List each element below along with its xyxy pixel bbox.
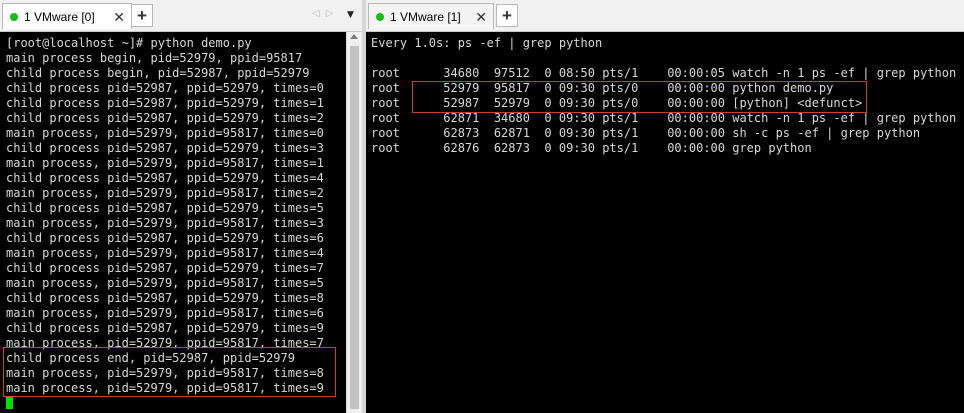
terminal-output-line: main process, pid=52979, ppid=95817, tim… — [6, 126, 324, 140]
close-tab-icon[interactable]: ✕ — [113, 10, 125, 24]
terminal-output-line: child process pid=52987, ppid=52979, tim… — [6, 321, 324, 335]
terminal-output-line: child process pid=52987, ppid=52979, tim… — [6, 81, 324, 95]
terminal-output-line: [root@localhost ~]# python demo.py — [6, 36, 252, 50]
terminal-output-line: child process pid=52987, ppid=52979, tim… — [6, 231, 324, 245]
connected-status-icon — [10, 12, 18, 21]
terminal-output-line: main process, pid=52979, ppid=95817, tim… — [6, 186, 324, 200]
terminal-output-line: child process pid=52987, ppid=52979, tim… — [6, 171, 324, 185]
terminal-output-line: main process, pid=52979, ppid=95817, tim… — [6, 216, 324, 230]
terminal-output-line: child process pid=52987, ppid=52979, tim… — [6, 141, 324, 155]
terminal-output-line: main process begin, pid=52979, ppid=9581… — [6, 51, 303, 65]
tab-vmware-0[interactable]: 1 VMware [0] ✕ — [2, 3, 132, 29]
new-tab-button[interactable]: + — [496, 4, 518, 27]
terminal-output-line: child process begin, pid=52987, ppid=529… — [6, 66, 310, 80]
watch-header: Every 1.0s: ps -ef | grep python — [371, 36, 603, 50]
scroll-up-icon[interactable] — [350, 34, 358, 39]
tab-list-dropdown-icon[interactable]: ▼ — [347, 10, 354, 20]
terminal-output-line: child process pid=52987, ppid=52979, tim… — [6, 96, 324, 110]
left-terminal-scrollbar[interactable] — [346, 32, 362, 413]
terminal-output-line: child process pid=52987, ppid=52979, tim… — [6, 261, 324, 275]
tab-vmware-1[interactable]: 1 VMware [1] ✕ — [368, 3, 494, 29]
terminal-output-line: main process, pid=52979, ppid=95817, tim… — [6, 246, 324, 260]
highlight-box-output — [3, 347, 336, 397]
terminal-output-line: child process pid=52987, ppid=52979, tim… — [6, 291, 324, 305]
terminal-cursor — [6, 396, 13, 409]
scroll-thumb[interactable] — [350, 46, 359, 409]
terminal-output-line: main process, pid=52979, ppid=95817, tim… — [6, 276, 324, 290]
tab-scroll-arrows-icon[interactable]: ◁▷ — [312, 8, 339, 19]
new-tab-button[interactable]: + — [131, 4, 153, 27]
process-row: root 62873 62871 0 09:30 pts/1 00:00:00 … — [371, 126, 921, 140]
left-tab-bar: 1 VMware [0] ✕ + ◁▷ ▼ — [0, 0, 362, 32]
terminal-output-line: child process pid=52987, ppid=52979, tim… — [6, 201, 324, 215]
tab-label: 1 VMware [1] — [390, 9, 461, 24]
connected-status-icon — [376, 12, 384, 21]
terminal-output-line: child process pid=52987, ppid=52979, tim… — [6, 111, 324, 125]
right-tab-bar: 1 VMware [1] ✕ + — [366, 0, 964, 32]
close-tab-icon[interactable]: ✕ — [475, 10, 487, 24]
terminal-output-line: main process, pid=52979, ppid=95817, tim… — [6, 306, 324, 320]
prompt-line — [6, 396, 346, 411]
highlight-box-processes — [412, 81, 867, 113]
process-row: root 62876 62873 0 09:30 pts/1 00:00:00 … — [371, 141, 812, 155]
process-row: root 34680 97512 0 08:50 pts/1 00:00:05 … — [371, 66, 957, 80]
tab-label: 1 VMware [0] — [24, 9, 95, 24]
terminal-output-line: main process, pid=52979, ppid=95817, tim… — [6, 156, 324, 170]
process-row: root 62871 34680 0 09:30 pts/1 00:00:00 … — [371, 111, 957, 125]
